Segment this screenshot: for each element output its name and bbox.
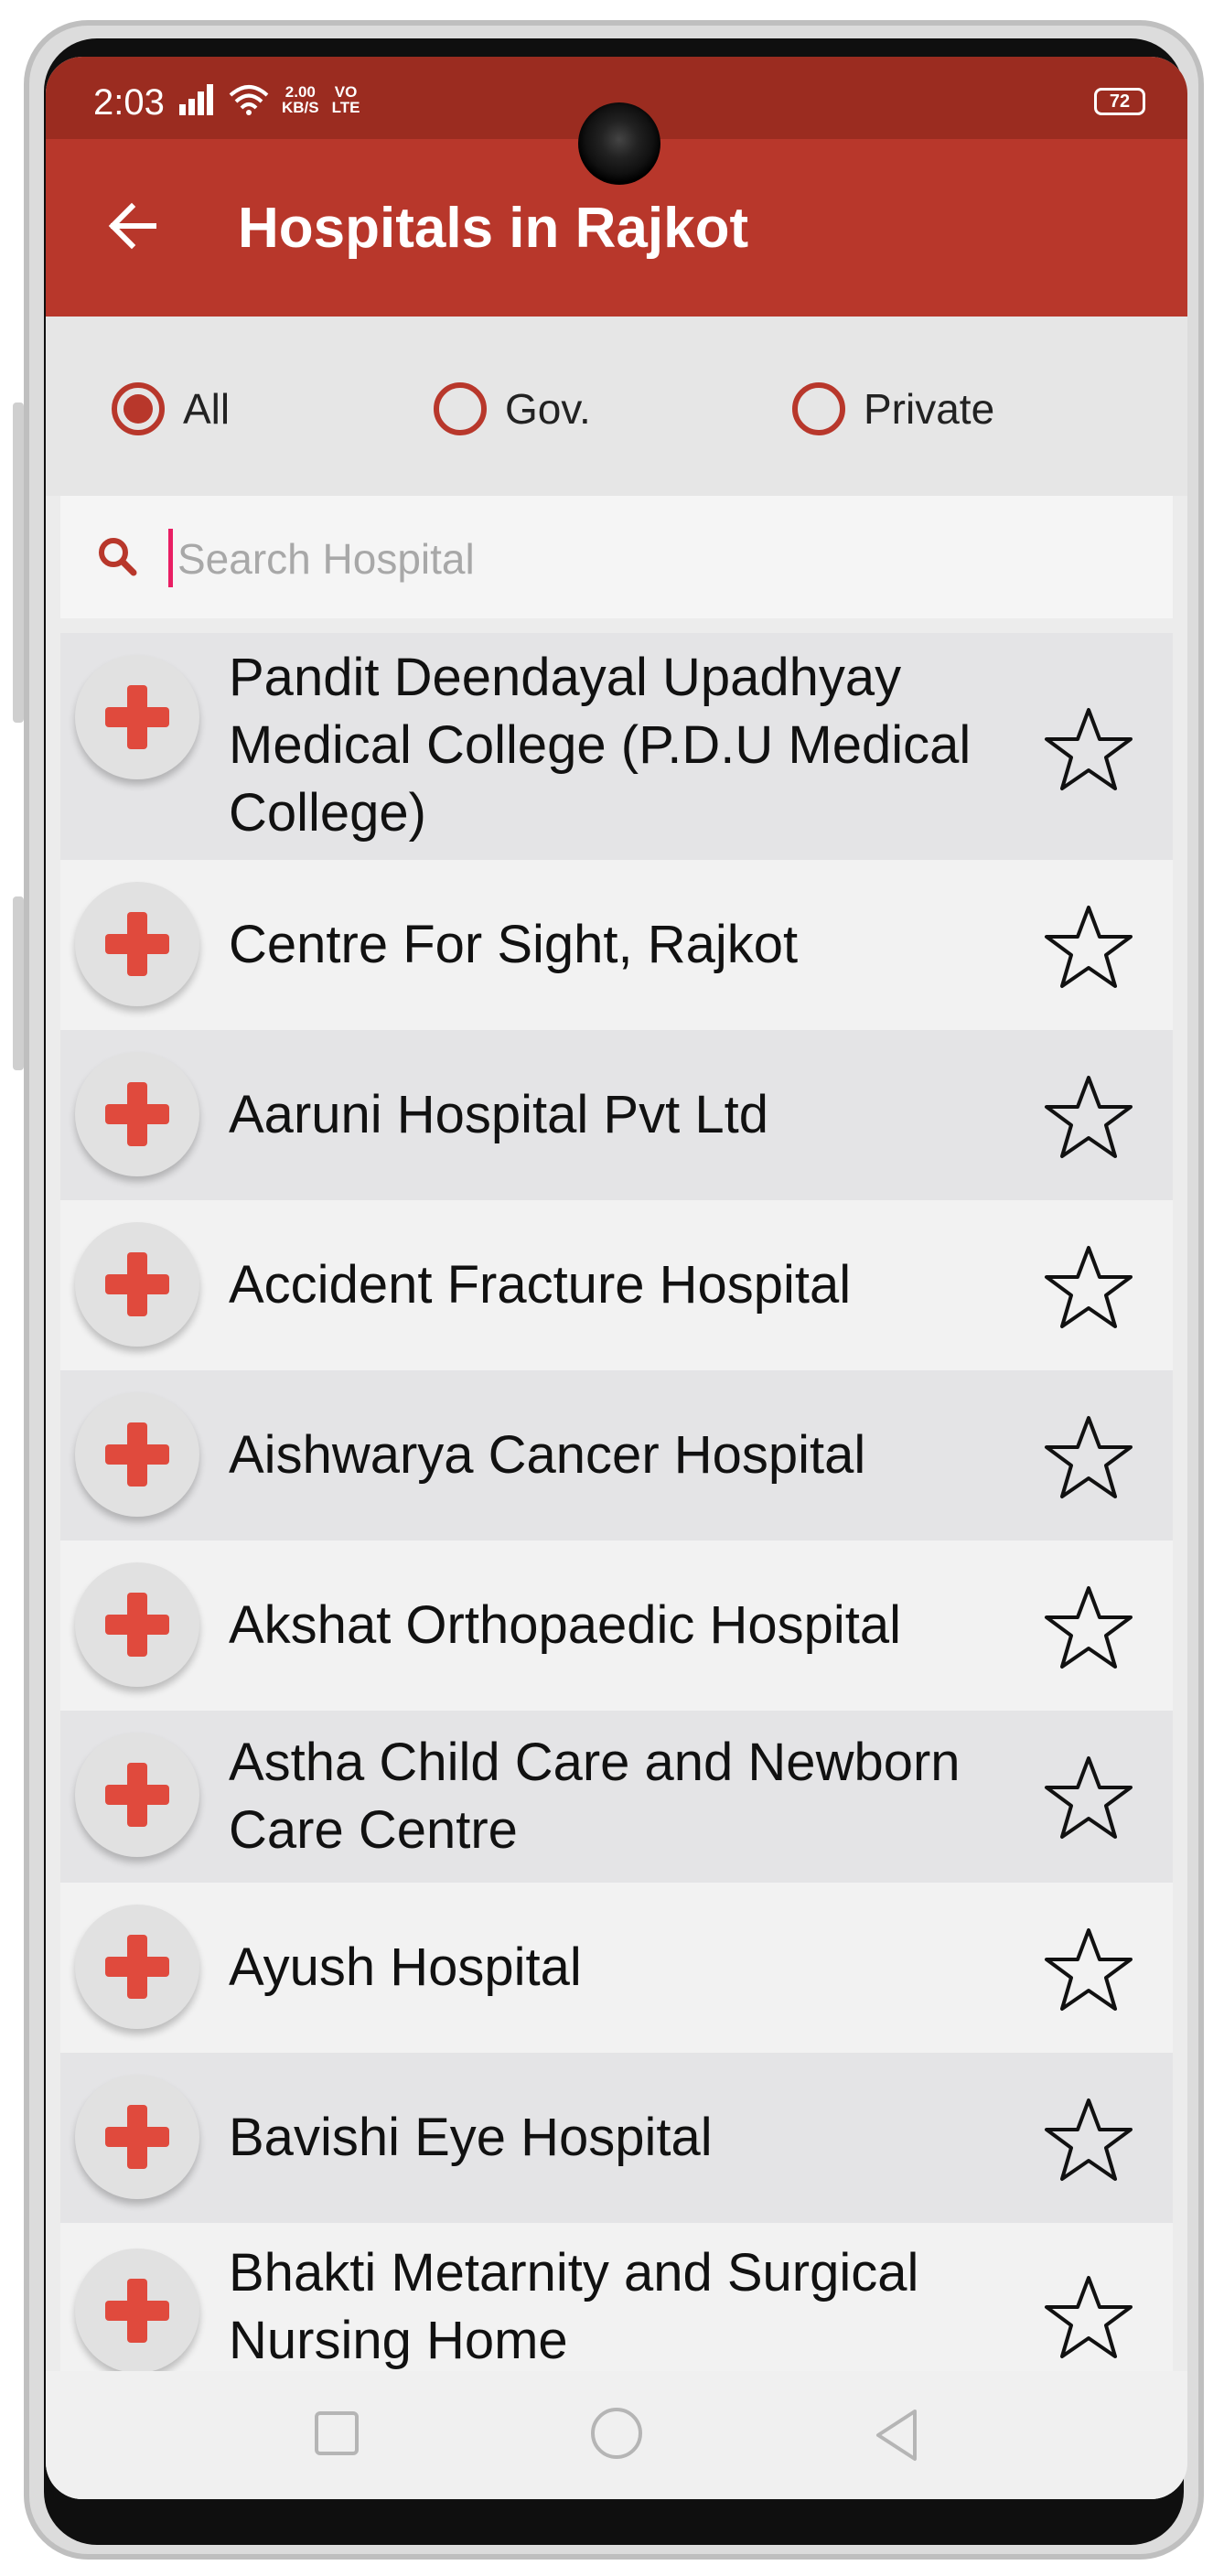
star-icon[interactable] [1043,1925,1134,2016]
status-icons: 2.00 KB/S VO LTE [179,84,360,115]
star-icon[interactable] [1043,704,1134,796]
power-button [13,896,24,1070]
arrow-left-icon[interactable] [101,194,165,258]
hospital-name: Pandit Deendayal Upadhyay Medical Colleg… [229,648,972,843]
radio-private-label: Private [864,385,995,433]
hospital-name: Aishwarya Cancer Hospital [229,1425,866,1485]
radio-private[interactable]: Private [792,382,994,435]
square-icon[interactable] [311,2408,362,2459]
hospital-name: Aaruni Hospital Pvt Ltd [229,1085,768,1144]
page-title: Hospitals in Rajkot [238,197,749,260]
volte-indicator: VO LTE [331,83,360,116]
hospital-list[interactable]: Pandit Deendayal Upadhyay Medical Colleg… [60,633,1173,2371]
list-item[interactable]: Bavishi Eye Hospital [60,2053,1173,2223]
radio-all[interactable]: All [112,382,230,435]
star-icon[interactable] [1043,1583,1134,1674]
star-icon[interactable] [1043,1072,1134,1164]
list-item[interactable]: Aaruni Hospital Pvt Ltd [60,1030,1173,1200]
list-item[interactable]: Akshat Orthopaedic Hospital [60,1540,1173,1711]
circle-icon[interactable] [587,2408,646,2466]
list-item[interactable]: Pandit Deendayal Upadhyay Medical Colleg… [60,633,1173,860]
star-icon[interactable] [1043,2095,1134,2186]
hospital-cross-icon [75,1392,199,1517]
list-item[interactable]: Ayush Hospital [60,1883,1173,2053]
search-bar[interactable] [60,496,1173,618]
filter-radio-group: All Gov. Private [46,317,1187,496]
radio-selected-dot [123,394,153,424]
volume-button [13,402,24,723]
front-camera [578,102,660,185]
radio-all-label: All [183,385,231,433]
list-item[interactable]: Centre For Sight, Rajkot [60,860,1173,1030]
system-nav-bar [46,2371,1187,2499]
radio-gov-label: Gov. [505,385,591,433]
text-cursor [168,529,173,587]
hospital-name: Accident Fracture Hospital [229,1255,852,1315]
hospital-cross-icon [75,1222,199,1347]
hospital-cross-icon [75,655,199,779]
radio-private-circle[interactable] [792,382,845,435]
radio-gov-circle[interactable] [434,382,487,435]
battery-icon: 72 [1094,88,1145,115]
hospital-name: Astha Child Care and Newborn Care Centre [229,1733,961,1860]
star-icon[interactable] [1043,1412,1134,1504]
radio-gov[interactable]: Gov. [434,382,591,435]
hospital-cross-icon [75,1052,199,1176]
radio-all-circle[interactable] [112,382,165,435]
battery-level: 72 [1109,91,1131,112]
hospital-cross-icon [75,2249,199,2371]
hospital-cross-icon [75,882,199,1006]
hospital-cross-icon [75,1733,199,1857]
star-icon[interactable] [1043,2272,1134,2364]
hospital-name: Centre For Sight, Rajkot [229,915,799,974]
hospital-cross-icon [75,1562,199,1687]
hospital-name: Bhakti Metarnity and Surgical Nursing Ho… [229,2243,919,2370]
net-speed: 2.00 KB/S [282,83,319,116]
search-input[interactable] [176,523,1149,595]
hospital-cross-icon [75,2075,199,2199]
list-item[interactable]: Accident Fracture Hospital [60,1200,1173,1370]
hospital-name: Bavishi Eye Hospital [229,2108,713,2167]
search-icon [99,538,137,576]
triangle-back-icon[interactable] [871,2408,922,2463]
hospital-name: Akshat Orthopaedic Hospital [229,1595,902,1655]
star-icon[interactable] [1043,902,1134,993]
hospital-name: Ayush Hospital [229,1937,582,1997]
list-item[interactable]: Astha Child Care and Newborn Care Centre [60,1711,1173,1883]
star-icon[interactable] [1043,1242,1134,1334]
wifi-icon [229,85,269,115]
app-screen: 2:03 2.00 KB/S VO LTE 72 Hospitals in Ra… [46,57,1187,2499]
status-time: 2:03 [93,82,165,123]
hospital-cross-icon [75,1905,199,2029]
star-icon[interactable] [1043,1753,1134,1844]
signal-icon [179,84,216,115]
list-item[interactable]: Bhakti Metarnity and Surgical Nursing Ho… [60,2223,1173,2371]
list-item[interactable]: Aishwarya Cancer Hospital [60,1370,1173,1540]
